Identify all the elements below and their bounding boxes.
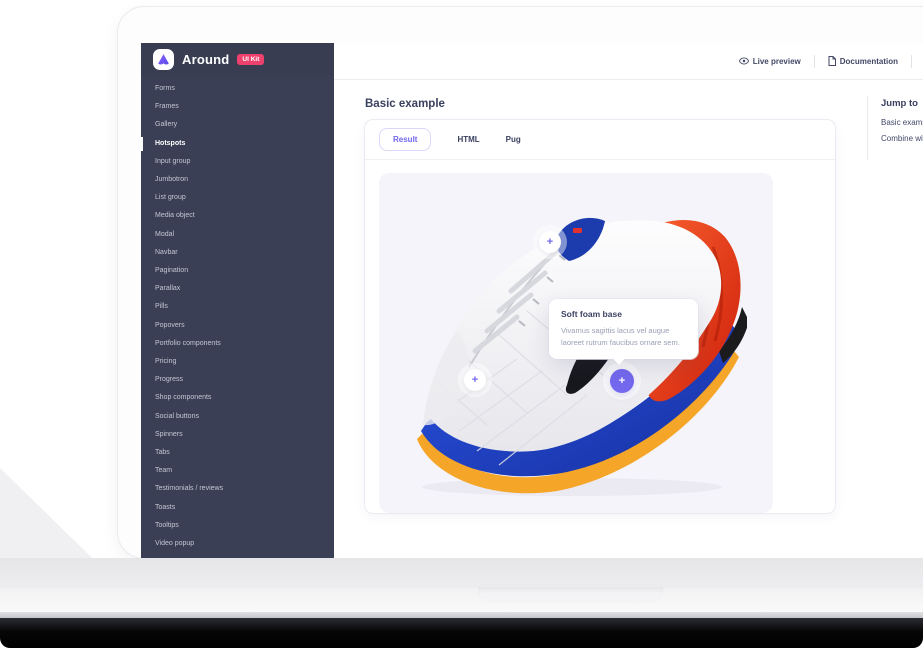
around-logo-icon[interactable] [153, 49, 174, 70]
tab[interactable]: Result [379, 128, 431, 151]
laptop-base [0, 558, 923, 588]
hotspot-button[interactable]: + [539, 231, 561, 253]
sidebar-item[interactable]: Frames [141, 98, 334, 116]
laptop-thumb-groove [478, 587, 663, 603]
plus-icon: + [619, 376, 625, 387]
jump-to-links: Basic example Combine with [881, 118, 923, 143]
sidebar-item[interactable]: Pricing [141, 353, 334, 371]
sidebar-item[interactable]: Parallax [141, 280, 334, 298]
top-navbar: Live preview Documentation [334, 43, 923, 80]
brand-name: Around [182, 52, 229, 67]
sidebar: Around UI Kit Forms Frames Gallery Hotsp… [141, 43, 334, 558]
tooltip-body: Vivamus sagittis lacus vel augue laoreet… [561, 325, 686, 348]
sidebar-item[interactable]: Portfolio components [141, 335, 334, 353]
sidebar-item[interactable]: Progress [141, 371, 334, 389]
main-area: Live preview Documentation [334, 43, 923, 558]
sidebar-item[interactable]: Hotspots [141, 135, 334, 153]
ui-kit-badge: UI Kit [237, 54, 264, 65]
sidebar-item[interactable]: Team [141, 462, 334, 480]
sidebar-item[interactable]: Video popup [141, 535, 334, 553]
sidebar-header: Around UI Kit [141, 43, 334, 75]
sidebar-item[interactable]: Gallery [141, 116, 334, 134]
sidebar-item[interactable]: Toasts [141, 499, 334, 517]
sidebar-item[interactable]: Tabs [141, 444, 334, 462]
tooltip-title: Soft foam base [561, 309, 686, 319]
sidebar-item[interactable]: Media object [141, 207, 334, 225]
sidebar-item[interactable]: Modal [141, 226, 334, 244]
sidebar-item[interactable]: Jumbotron [141, 171, 334, 189]
app-window: Around UI Kit Forms Frames Gallery Hotsp… [141, 43, 923, 558]
page: Around UI Kit Forms Frames Gallery Hotsp… [0, 0, 923, 648]
divider [911, 55, 912, 68]
laptop-base-front [0, 588, 923, 612]
sidebar-item[interactable]: Navbar [141, 244, 334, 262]
jump-to-title: Jump to [881, 98, 923, 109]
jump-to-panel: Jump to Basic example Combine with [867, 96, 923, 160]
sidebar-item[interactable]: Testimonials / reviews [141, 480, 334, 498]
hotspot-tooltip: Soft foam base Vivamus sagittis lacus ve… [549, 299, 698, 359]
sidebar-item[interactable]: Social buttons [141, 408, 334, 426]
hotspot-button[interactable]: + [464, 369, 486, 391]
sidebar-item[interactable]: Forms [141, 80, 334, 98]
hotspot-demo-area: + + + Soft foam base [379, 173, 773, 513]
sidebar-menu: Forms Frames Gallery Hotspots Input grou… [141, 75, 334, 553]
sidebar-item[interactable]: List group [141, 189, 334, 207]
example-card: Result HTML Pug [365, 120, 835, 513]
sidebar-item[interactable]: Tooltips [141, 517, 334, 535]
tab[interactable]: Pug [506, 129, 521, 150]
live-preview-link[interactable]: Live preview [726, 57, 814, 66]
sidebar-item[interactable]: Shop components [141, 389, 334, 407]
sidebar-item[interactable]: Pagination [141, 262, 334, 280]
jump-to-link[interactable]: Basic example [881, 118, 923, 127]
documentation-link[interactable]: Documentation [815, 56, 911, 66]
laptop-screen: Around UI Kit Forms Frames Gallery Hotsp… [118, 7, 923, 558]
code-tabs: Result HTML Pug [365, 120, 835, 160]
tab[interactable]: HTML [457, 129, 479, 150]
laptop-bottom-edge [0, 618, 923, 648]
sidebar-item[interactable]: Spinners [141, 426, 334, 444]
jump-to-link[interactable]: Combine with [881, 134, 923, 143]
plus-icon: + [472, 375, 478, 386]
page-title: Basic example [365, 98, 867, 110]
plus-icon: + [547, 237, 553, 248]
hotspot-button-active[interactable]: + [610, 369, 634, 393]
content-column: Basic example Result HTML Pug [334, 80, 867, 558]
sidebar-item[interactable]: Input group [141, 153, 334, 171]
sidebar-item[interactable]: Pills [141, 298, 334, 316]
sidebar-item[interactable]: Popovers [141, 317, 334, 335]
eye-icon [739, 57, 749, 65]
document-icon [828, 56, 836, 66]
